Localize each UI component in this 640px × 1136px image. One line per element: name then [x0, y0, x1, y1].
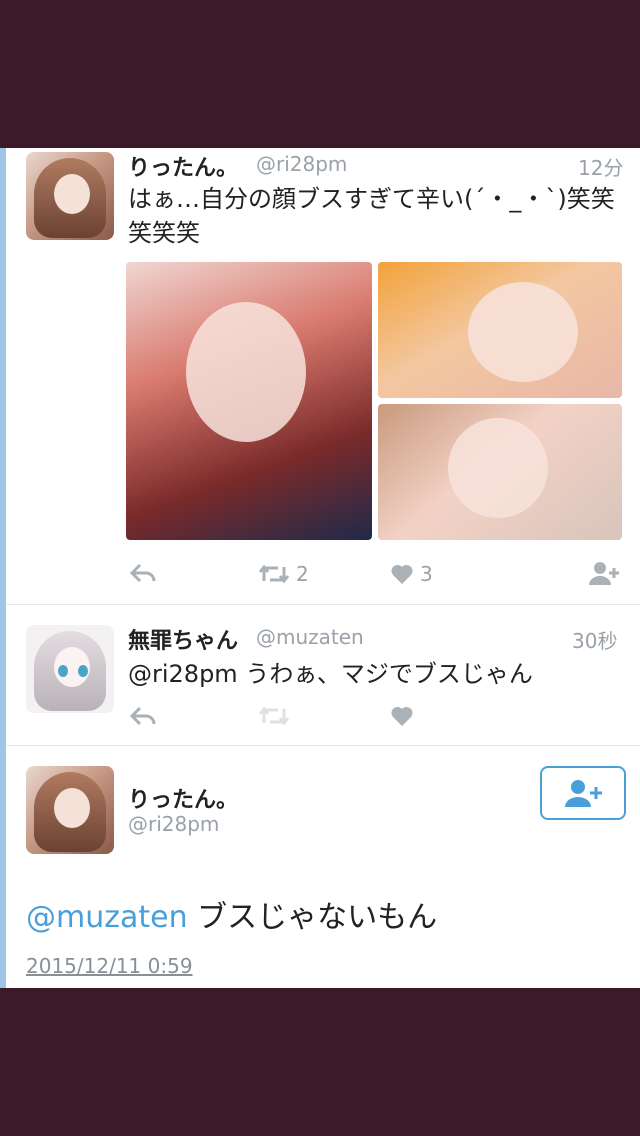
tweet-2[interactable]: 無罪ちゃん @muzaten 30秒 @ri28pm うわぁ、マジでブスじゃん: [0, 605, 640, 745]
timestamp: 30秒: [572, 629, 618, 653]
reply-button[interactable]: [130, 705, 156, 727]
like-count: 3: [420, 562, 433, 586]
follow-button[interactable]: [540, 766, 626, 820]
user-handle[interactable]: @muzaten: [256, 625, 364, 649]
photo-1[interactable]: [126, 262, 372, 540]
retweet-count: 2: [296, 562, 309, 586]
user-handle[interactable]: @ri28pm: [256, 152, 347, 176]
tweet-text-line-1: はぁ…自分の顔ブスすぎて辛い(´・_・`)笑笑: [128, 185, 615, 213]
photo-2[interactable]: [378, 262, 622, 398]
retweet-button[interactable]: 2: [258, 562, 309, 586]
user-handle[interactable]: @ri28pm: [128, 812, 219, 836]
display-name[interactable]: 無罪ちゃん: [128, 623, 238, 655]
like-icon: [391, 564, 413, 584]
follow-icon: [589, 562, 619, 585]
like-button[interactable]: 3: [390, 562, 433, 586]
display-name[interactable]: りったん。: [128, 782, 238, 814]
avatar[interactable]: [26, 625, 114, 713]
retweet-button[interactable]: [258, 705, 290, 727]
tweet-text: @muzaten ブスじゃないもん: [26, 892, 437, 936]
tweet-date[interactable]: 2015/12/11 0:59: [26, 954, 193, 978]
reply-icon: [130, 706, 156, 726]
reply-button[interactable]: [130, 562, 156, 584]
retweet-icon: [258, 564, 290, 584]
like-icon: [391, 706, 413, 726]
avatar[interactable]: [26, 152, 114, 240]
tweet-text: @ri28pm うわぁ、マジでブスじゃん: [128, 660, 533, 688]
avatar[interactable]: [26, 766, 114, 854]
tweet-body: ブスじゃないもん: [197, 900, 438, 935]
display-name[interactable]: りったん。: [128, 150, 238, 182]
follow-icon: [565, 780, 602, 807]
photo-3[interactable]: [378, 404, 622, 540]
tweet-text-line-2: 笑笑笑: [128, 219, 200, 247]
tweet-thread: りったん。 @ri28pm 12分 はぁ…自分の顔ブスすぎて辛い(´・_・`)笑…: [0, 148, 640, 988]
timestamp: 12分: [578, 156, 624, 180]
follow-button[interactable]: [588, 560, 620, 586]
retweet-icon: [258, 706, 290, 726]
tweet-3-detail[interactable]: りったん。 @ri28pm @muzaten ブスじゃないもん 2015/12/…: [0, 746, 640, 988]
tweet-actions: [0, 705, 640, 735]
like-button[interactable]: [390, 705, 414, 727]
mention-link[interactable]: @muzaten: [26, 900, 188, 935]
tweet-1[interactable]: りったん。 @ri28pm 12分 はぁ…自分の顔ブスすぎて辛い(´・_・`)笑…: [0, 148, 640, 604]
tweet-actions: 2 3: [0, 560, 640, 594]
reply-icon: [130, 563, 156, 583]
photo-grid: [126, 262, 622, 540]
